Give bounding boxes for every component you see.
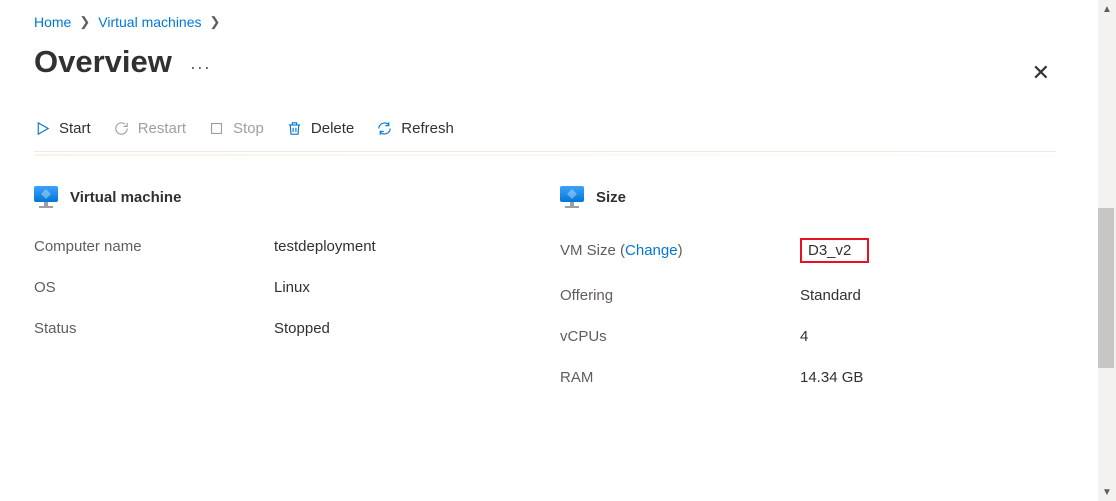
ram-label: RAM: [560, 369, 800, 386]
more-actions-button[interactable]: ···: [190, 48, 211, 76]
stop-button: Stop: [208, 120, 264, 137]
vcpus-label: vCPUs: [560, 328, 800, 345]
refresh-button[interactable]: Refresh: [376, 120, 454, 137]
virtual-machine-icon: [560, 186, 584, 208]
breadcrumb: Home ❯ Virtual machines ❯: [34, 0, 1056, 34]
kv-row-computer-name: Computer name testdeployment: [34, 226, 530, 267]
vm-size-label: VM Size (Change): [560, 242, 800, 259]
breadcrumb-virtual-machines[interactable]: Virtual machines: [98, 14, 201, 30]
close-icon[interactable]: ✕: [1032, 60, 1050, 86]
page-title: Overview: [34, 44, 172, 80]
os-label: OS: [34, 279, 274, 296]
chevron-right-icon: ❯: [79, 14, 90, 30]
delete-button[interactable]: Delete: [286, 120, 354, 137]
status-label: Status: [34, 320, 274, 337]
toolbar: Start Restart Stop Delete Refresh: [34, 84, 1056, 152]
computer-name-label: Computer name: [34, 238, 274, 255]
vm-size-value: D3_v2: [800, 238, 869, 263]
os-value: Linux: [274, 279, 310, 296]
restart-button: Restart: [113, 120, 186, 137]
start-button[interactable]: Start: [34, 120, 91, 137]
kv-row-status: Status Stopped: [34, 308, 530, 349]
delete-label: Delete: [311, 120, 354, 137]
restart-label: Restart: [138, 120, 186, 137]
size-header: Size: [596, 189, 626, 206]
scroll-up-icon[interactable]: ▲: [1098, 0, 1116, 18]
chevron-right-icon: ❯: [210, 14, 221, 30]
vcpus-value: 4: [800, 328, 808, 345]
kv-row-os: OS Linux: [34, 267, 530, 308]
kv-row-vm-size: VM Size (Change) D3_v2: [560, 226, 1056, 275]
offering-value: Standard: [800, 287, 861, 304]
virtual-machine-icon: [34, 186, 58, 208]
start-label: Start: [59, 120, 91, 137]
refresh-icon: [376, 120, 393, 137]
stop-icon: [208, 120, 225, 137]
toolbar-divider: [34, 154, 1056, 156]
kv-row-offering: Offering Standard: [560, 275, 1056, 316]
virtual-machine-header: Virtual machine: [70, 189, 181, 206]
stop-label: Stop: [233, 120, 264, 137]
computer-name-value: testdeployment: [274, 238, 376, 255]
kv-row-vcpus: vCPUs 4: [560, 316, 1056, 357]
scroll-down-icon[interactable]: ▼: [1098, 483, 1116, 501]
refresh-label: Refresh: [401, 120, 454, 137]
offering-label: Offering: [560, 287, 800, 304]
size-section: Size VM Size (Change) D3_v2 Offering Sta…: [560, 186, 1056, 398]
ram-value: 14.34 GB: [800, 369, 863, 386]
virtual-machine-section: Virtual machine Computer name testdeploy…: [34, 186, 530, 398]
scrollbar-track[interactable]: [1098, 18, 1116, 483]
trash-icon: [286, 120, 303, 137]
scrollbar-thumb[interactable]: [1098, 208, 1114, 368]
status-value: Stopped: [274, 320, 330, 337]
restart-icon: [113, 120, 130, 137]
scrollbar[interactable]: ▲ ▼: [1098, 0, 1116, 501]
play-icon: [34, 120, 51, 137]
change-link[interactable]: Change: [625, 242, 678, 259]
breadcrumb-home[interactable]: Home: [34, 14, 71, 30]
kv-row-ram: RAM 14.34 GB: [560, 357, 1056, 398]
